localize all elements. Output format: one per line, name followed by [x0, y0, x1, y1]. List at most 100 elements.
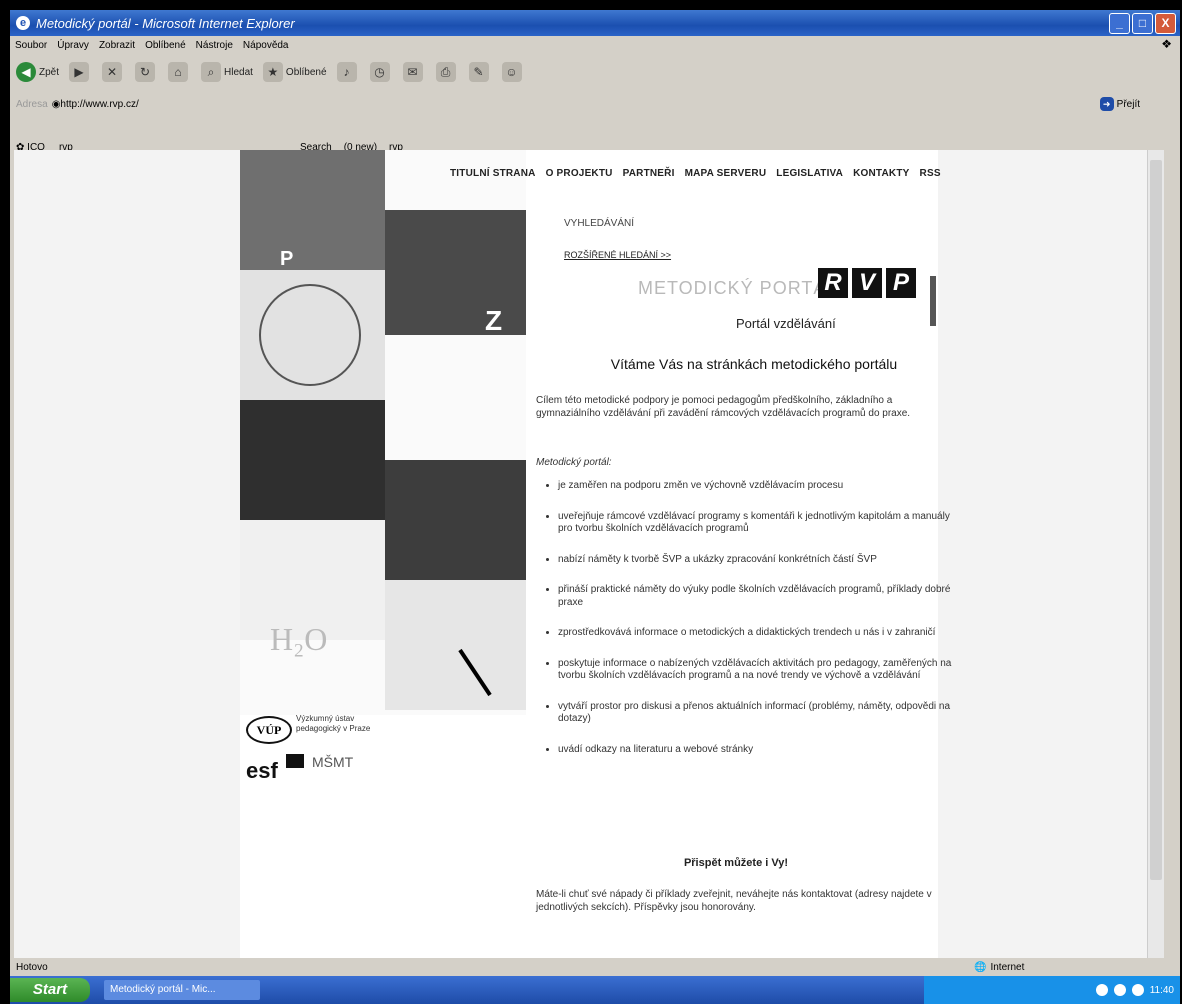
- nav-rss[interactable]: RSS: [920, 168, 941, 179]
- advanced-search-link[interactable]: ROZŠÍŘENÉ HLEDÁNÍ >>: [564, 250, 671, 260]
- zone-label: Internet: [990, 961, 1025, 973]
- rvp-letter-r: R: [818, 268, 848, 298]
- favorites-label: Oblíbené: [285, 66, 327, 78]
- back-arrow-icon: ◀: [16, 62, 36, 82]
- rvp-letter-p: P: [886, 268, 916, 298]
- address-label: Adresa: [16, 98, 48, 110]
- go-button[interactable]: ➜ Přejít: [1099, 97, 1140, 111]
- windows-logo-icon: ❖: [1161, 37, 1172, 51]
- messenger-icon: ☺: [501, 62, 522, 82]
- menu-file[interactable]: Soubor: [15, 40, 47, 51]
- edit-icon: ✎: [468, 62, 489, 82]
- edit-button[interactable]: ✎: [468, 62, 492, 82]
- contribute-heading: Přispět můžete i Vy!: [683, 857, 789, 869]
- svg-text:P: P: [280, 248, 293, 270]
- status-bar: Hotovo 🌐 Internet: [10, 958, 1180, 976]
- list-item: uveřejňuje rámcové vzdělávací programy s…: [558, 511, 958, 536]
- stop-button[interactable]: ✕: [102, 62, 125, 82]
- tray-icon[interactable]: [1095, 984, 1108, 996]
- eu-flag-icon: [286, 754, 304, 768]
- media-button[interactable]: ♪: [336, 62, 360, 82]
- search-button[interactable]: ⌕ Hledat: [201, 62, 253, 82]
- nav-legislation[interactable]: LEGISLATIVA: [776, 168, 843, 179]
- vup-logo[interactable]: VÚP: [246, 716, 292, 744]
- menu-view[interactable]: Zobrazit: [99, 40, 135, 51]
- star-icon: ★: [262, 62, 283, 82]
- rvp-letter-v: V: [852, 268, 882, 298]
- minimize-button[interactable]: _: [1109, 13, 1130, 34]
- clock[interactable]: 11:40: [1150, 985, 1174, 996]
- taskbar-ie-window[interactable]: Metodický portál - Mic...: [104, 980, 260, 1000]
- svg-text:Z: Z: [485, 305, 502, 336]
- rvp-page: Z P H₂O VÚP Výzkumný ústav pedagogický v…: [240, 150, 951, 958]
- list-item: zprostředkovává informace o metodických …: [558, 627, 958, 640]
- title-bar[interactable]: e Metodický portál - Microsoft Internet …: [10, 10, 1180, 36]
- menu-tools[interactable]: Nástroje: [196, 40, 233, 51]
- partner-logos: VÚP Výzkumný ústav pedagogický v Praze e…: [240, 710, 440, 800]
- list-item: je zaměřen na podporu změn ve výchovně v…: [558, 480, 958, 493]
- tray-icon[interactable]: [1131, 984, 1144, 996]
- nav-contacts[interactable]: KONTAKTY: [853, 168, 909, 179]
- feature-list: je zaměřen na podporu změn ve výchovně v…: [536, 480, 958, 774]
- media-icon: ♪: [336, 62, 357, 82]
- favorites-button[interactable]: ★ Oblíbené: [262, 62, 327, 82]
- print-button[interactable]: ⎙: [435, 62, 459, 82]
- toolbar: ◀ Zpět ▶ ✕ ↻ ⌂ ⌕ Hledat ★ Oblíbené ♪ ◷ ✉…: [10, 54, 1180, 90]
- maximize-button[interactable]: □: [1132, 13, 1153, 34]
- security-zone: 🌐 Internet: [974, 962, 1024, 973]
- nav-sitemap[interactable]: MAPA SERVERU: [685, 168, 767, 179]
- history-button[interactable]: ◷: [369, 62, 393, 82]
- menu-edit[interactable]: Úpravy: [57, 40, 89, 51]
- msmt-logo[interactable]: MŠMT: [312, 754, 353, 770]
- menu-help[interactable]: Nápověda: [243, 40, 289, 51]
- home-icon: ⌂: [168, 62, 189, 82]
- forward-button[interactable]: ▶: [69, 62, 92, 82]
- photo-collage: Z P H₂O: [240, 150, 530, 715]
- svg-text:H₂O: H₂O: [270, 621, 327, 657]
- menu-bar: Soubor Úpravy Zobrazit Oblíbené Nástroje…: [10, 36, 1180, 54]
- print-icon: ⎙: [435, 62, 456, 82]
- home-button[interactable]: ⌂: [168, 62, 191, 82]
- start-button[interactable]: Start: [10, 978, 90, 1002]
- page-icon: ◉: [51, 98, 61, 110]
- collage-image: Z P H₂O: [240, 150, 530, 710]
- portal-subtitle: Portál vzdělávání: [736, 316, 836, 331]
- messenger-button[interactable]: ☺: [501, 62, 525, 82]
- close-button[interactable]: X: [1155, 13, 1176, 34]
- esf-logo[interactable]: esf: [246, 758, 278, 784]
- page-content: Z P H₂O VÚP Výzkumný ústav pedagogický v…: [14, 150, 1164, 958]
- portal-label: Metodický portál:: [536, 457, 612, 468]
- go-label: Přejít: [1116, 98, 1140, 110]
- nav-home[interactable]: TITULNÍ STRANA: [450, 168, 536, 179]
- tray-icon[interactable]: [1113, 984, 1126, 996]
- address-bar: Adresa ◉ http://www.rvp.cz/ ➜ Přejít: [10, 94, 1180, 114]
- menu-favorites[interactable]: Oblíbené: [145, 40, 186, 51]
- mail-icon: ✉: [402, 62, 423, 82]
- back-button[interactable]: ◀ Zpět: [16, 62, 59, 82]
- rvp-logo[interactable]: R V P: [818, 268, 916, 298]
- browser-window: e Metodický portál - Microsoft Internet …: [10, 10, 1180, 1004]
- go-arrow-icon: ➜: [1099, 97, 1114, 111]
- refresh-button[interactable]: ↻: [135, 62, 158, 82]
- nav-about[interactable]: O PROJEKTU: [546, 168, 613, 179]
- ie-icon: e: [16, 16, 30, 30]
- taskbar: Start Metodický portál - Mic... 11:40: [10, 976, 1180, 1004]
- status-text: Hotovo: [16, 961, 48, 973]
- window-title: Metodický portál - Microsoft Internet Ex…: [36, 15, 295, 31]
- search-label: Hledat: [224, 66, 253, 78]
- history-icon: ◷: [369, 62, 390, 82]
- portal-brand: METODICKÝ PORTÁL: [638, 278, 838, 298]
- scrollbar-thumb[interactable]: [1150, 160, 1162, 880]
- nav-partners[interactable]: PARTNEŘI: [623, 168, 675, 179]
- back-label: Zpět: [39, 66, 60, 78]
- outro-text: Máte-li chuť své nápady či příklady zveř…: [536, 889, 932, 913]
- mail-button[interactable]: ✉: [402, 62, 426, 82]
- list-item: nabízí náměty k tvorbě ŠVP a ukázky zpra…: [558, 554, 958, 567]
- vertical-scrollbar[interactable]: [1147, 150, 1164, 958]
- globe-icon: 🌐: [974, 961, 987, 973]
- list-item: poskytuje informace o nabízených vzděláv…: [558, 658, 958, 683]
- search-section-label: VYHLEDÁVÁNÍ: [564, 218, 635, 229]
- address-input[interactable]: http://www.rvp.cz/: [60, 99, 138, 110]
- system-tray: 11:40: [924, 976, 1180, 1004]
- stop-icon: ✕: [102, 62, 123, 82]
